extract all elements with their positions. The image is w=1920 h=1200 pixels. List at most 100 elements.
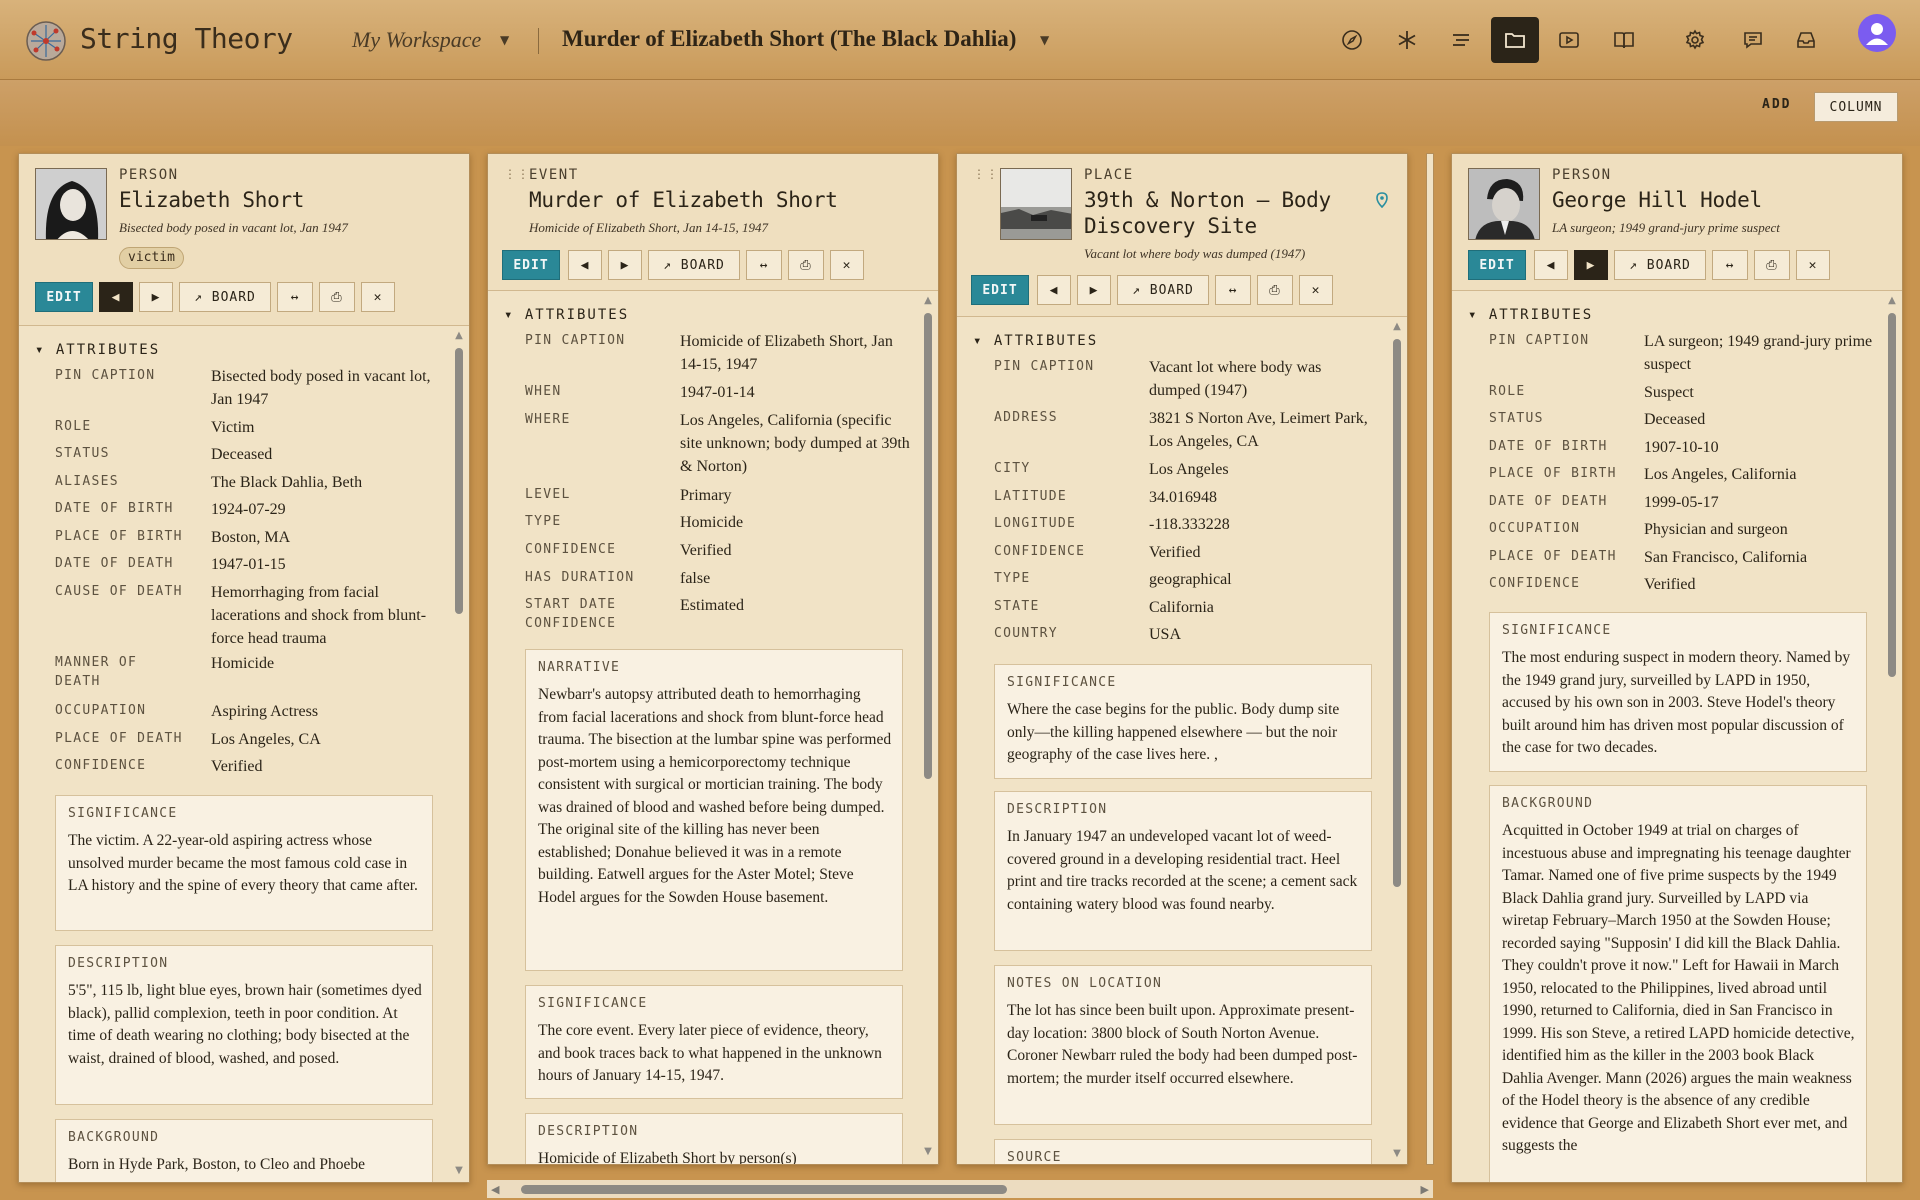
scrollbar-thumb[interactable] [924, 313, 932, 779]
scroll-left-arrow[interactable]: ◀ [491, 1183, 499, 1196]
attr-key: DATE OF BIRTH [1489, 439, 1608, 454]
attributes-section-header[interactable]: ▾ ATTRIBUTES [35, 342, 160, 358]
attributes-section-header[interactable]: ▾ ATTRIBUTES [504, 307, 629, 323]
list-icon[interactable] [1441, 20, 1481, 60]
source-box: SOURCE [994, 1139, 1372, 1164]
gear-icon[interactable] [1675, 20, 1715, 60]
scroll-right-arrow[interactable]: ▶ [1421, 1183, 1429, 1196]
scrollbar-thumb[interactable] [1393, 339, 1401, 887]
card-action-row: EDIT ◀ ▶ ↗ BOARD ↔ ⎙ ✕ [971, 275, 1371, 305]
inbox-icon[interactable] [1786, 20, 1826, 60]
attr-key: CONFIDENCE [55, 758, 147, 773]
card-title[interactable]: Elizabeth Short [119, 187, 449, 213]
folder-icon[interactable] [1491, 17, 1539, 63]
edit-button[interactable]: EDIT [35, 282, 93, 312]
edit-button[interactable]: EDIT [1468, 250, 1526, 280]
scroll-up-arrow[interactable]: ▲ [922, 295, 934, 306]
close-icon[interactable]: ✕ [830, 250, 864, 280]
significance-box: SIGNIFICANCE Where the case begins for t… [994, 664, 1372, 779]
asterisk-icon[interactable] [1387, 20, 1427, 60]
attr-key: CONFIDENCE [1489, 576, 1581, 591]
scroll-down-arrow[interactable]: ▼ [453, 1165, 465, 1176]
description-box: DESCRIPTION In January 1947 an undevelop… [994, 791, 1372, 951]
vertical-scrollbar[interactable]: ▲ ▼ [922, 291, 932, 1161]
move-left-button[interactable]: ◀ [99, 282, 133, 312]
box-text: Acquitted in October 1949 at trial on ch… [1502, 822, 1855, 1154]
attributes-section-header[interactable]: ▾ ATTRIBUTES [1468, 307, 1593, 323]
attr-key: HAS DURATION [525, 570, 635, 585]
box-text: The most enduring suspect in modern theo… [1502, 649, 1851, 756]
attr-value: Verified [1644, 576, 1696, 593]
open-board-button[interactable]: ↗ BOARD [1117, 275, 1209, 305]
card-title[interactable]: 39th & Norton — Body Discovery Site [1084, 187, 1374, 239]
drag-handle-icon[interactable]: ⋮⋮ [504, 168, 529, 186]
scrollbar-thumb[interactable] [1888, 313, 1896, 677]
attributes-section-header[interactable]: ▾ ATTRIBUTES [973, 333, 1098, 349]
chat-icon[interactable] [1733, 20, 1773, 60]
user-avatar[interactable] [1858, 14, 1896, 52]
attr-value: -118.333228 [1149, 516, 1230, 533]
play-icon[interactable] [1549, 20, 1589, 60]
close-icon[interactable]: ✕ [361, 282, 395, 312]
print-icon[interactable]: ⎙ [788, 250, 824, 280]
horizontal-scrollbar[interactable]: ◀ ▶ [487, 1180, 1433, 1198]
chevron-down-icon[interactable]: ▼ [1040, 33, 1049, 47]
attributes-label: ATTRIBUTES [993, 333, 1099, 349]
expand-width-button[interactable]: ↔ [1215, 275, 1251, 305]
open-board-button[interactable]: ↗ BOARD [1614, 250, 1706, 280]
print-icon[interactable]: ⎙ [319, 282, 355, 312]
box-heading: SIGNIFICANCE [1502, 623, 1612, 638]
board-title-selector[interactable]: Murder of Elizabeth Short (The Black Dah… [562, 26, 1016, 52]
vertical-scrollbar[interactable]: ▲ ▼ [453, 326, 463, 1182]
card-title[interactable]: George Hill Hodel [1552, 187, 1882, 213]
scroll-up-arrow[interactable]: ▲ [1886, 295, 1898, 306]
attr-key: ROLE [1489, 384, 1526, 399]
attr-key: PLACE OF DEATH [1489, 549, 1617, 564]
drag-handle-icon[interactable]: ⋮⋮ [973, 168, 998, 186]
move-right-button[interactable]: ▶ [139, 282, 173, 312]
move-left-button[interactable]: ◀ [1037, 275, 1071, 305]
close-icon[interactable]: ✕ [1796, 250, 1830, 280]
attr-key: DATE OF BIRTH [55, 501, 174, 516]
open-board-button[interactable]: ↗ BOARD [648, 250, 740, 280]
card-title[interactable]: Murder of Elizabeth Short [529, 187, 919, 213]
card-caption: Bisected body posed in vacant lot, Jan 1… [119, 220, 348, 235]
workspace-selector[interactable]: My Workspace [352, 27, 481, 53]
move-left-button[interactable]: ◀ [1534, 250, 1568, 280]
app-logo-icon[interactable] [24, 19, 68, 63]
vertical-scrollbar[interactable]: ▲ [1886, 291, 1896, 1181]
add-column-button[interactable]: COLUMN [1814, 92, 1898, 122]
external-arrow-icon: ↗ [1132, 282, 1150, 298]
scroll-down-arrow[interactable]: ▼ [922, 1146, 934, 1157]
edit-button[interactable]: EDIT [502, 250, 560, 280]
vertical-scrollbar[interactable]: ▲ ▼ [1391, 317, 1401, 1163]
map-pin-icon[interactable] [1375, 192, 1389, 212]
print-icon[interactable]: ⎙ [1754, 250, 1790, 280]
role-tag[interactable]: victim [119, 247, 184, 269]
attr-value: LA surgeon; 1949 grand-jury prime suspec… [1644, 333, 1873, 373]
move-right-button[interactable]: ▶ [1574, 250, 1608, 280]
open-board-button[interactable]: ↗ BOARD [179, 282, 271, 312]
book-icon[interactable] [1604, 20, 1644, 60]
horizontal-scrollbar-thumb[interactable] [521, 1185, 1007, 1194]
expand-width-button[interactable]: ↔ [746, 250, 782, 280]
expand-width-button[interactable]: ↔ [1712, 250, 1748, 280]
edit-button[interactable]: EDIT [971, 275, 1029, 305]
close-icon[interactable]: ✕ [1299, 275, 1333, 305]
scroll-up-arrow[interactable]: ▲ [1391, 321, 1403, 332]
app-name[interactable]: String Theory [80, 22, 293, 55]
move-left-button[interactable]: ◀ [568, 250, 602, 280]
print-icon[interactable]: ⎙ [1257, 275, 1293, 305]
compass-icon[interactable] [1332, 20, 1372, 60]
attr-value: 1947-01-14 [680, 384, 755, 401]
expand-width-button[interactable]: ↔ [277, 282, 313, 312]
attr-key: ROLE [55, 419, 92, 434]
move-right-button[interactable]: ▶ [608, 250, 642, 280]
move-right-button[interactable]: ▶ [1077, 275, 1111, 305]
card-action-row: EDIT ◀ ▶ ↗ BOARD ↔ ⎙ ✕ [502, 250, 902, 280]
box-heading: SIGNIFICANCE [1007, 675, 1117, 690]
scroll-up-arrow[interactable]: ▲ [453, 330, 465, 341]
chevron-down-icon[interactable]: ▼ [500, 33, 509, 47]
scroll-down-arrow[interactable]: ▼ [1391, 1148, 1403, 1159]
scrollbar-thumb[interactable] [455, 348, 463, 614]
